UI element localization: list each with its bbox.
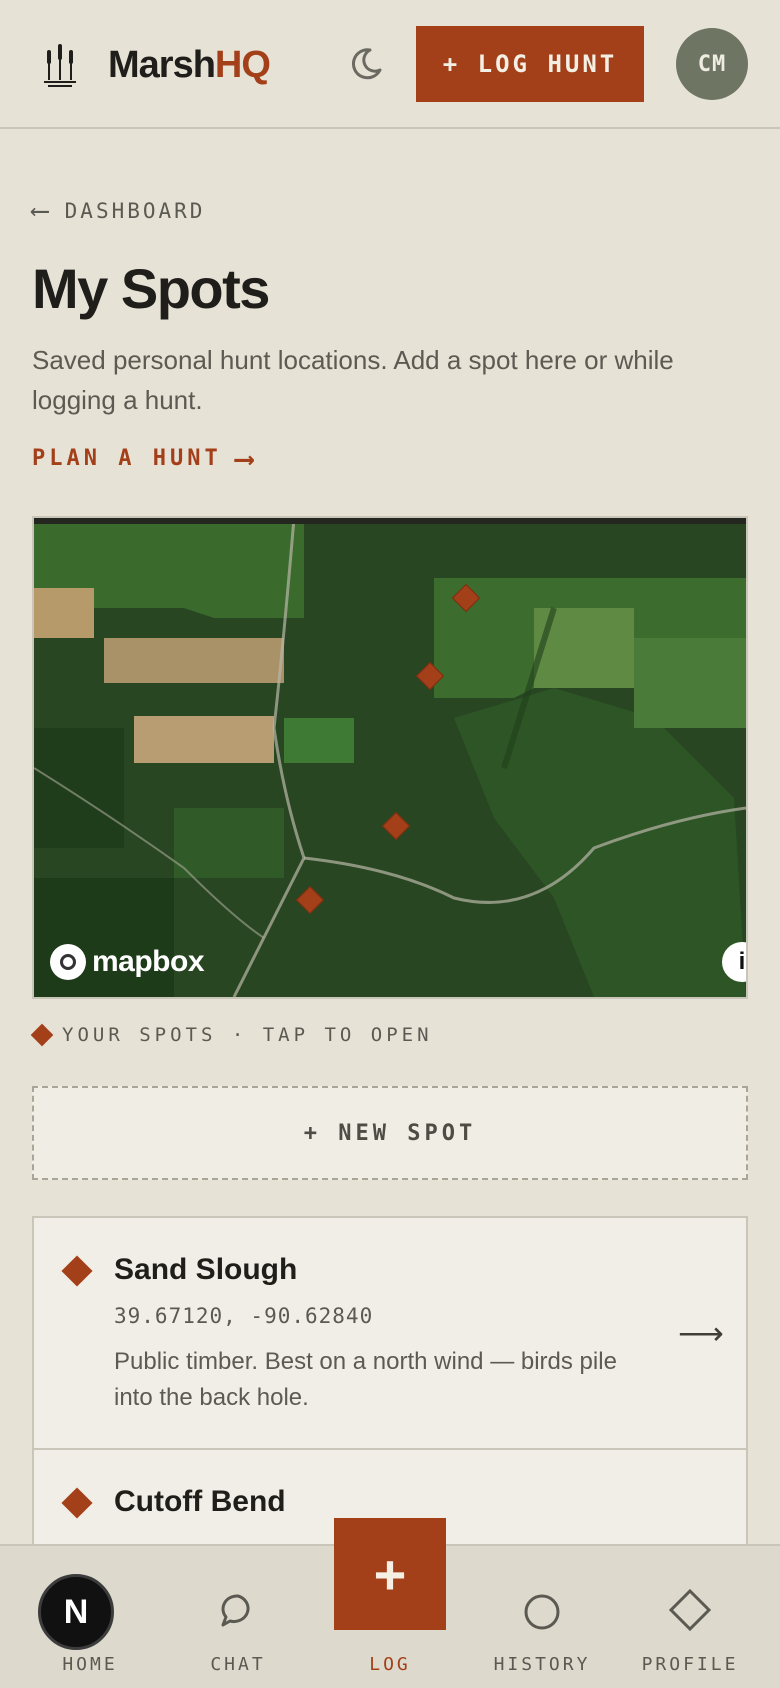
nav-chat[interactable]: CHAT: [168, 1546, 308, 1688]
new-spot-button[interactable]: + NEW SPOT: [32, 1086, 748, 1180]
satellite-map-tiles: [34, 518, 746, 997]
back-to-dashboard-link[interactable]: ⟵ DASHBOARD: [32, 198, 205, 224]
nav-history[interactable]: HISTORY: [472, 1546, 612, 1688]
dark-mode-moon-icon[interactable]: [348, 46, 384, 82]
dev-tools-badge[interactable]: N: [38, 1574, 114, 1650]
spots-map[interactable]: mapbox i: [32, 516, 748, 999]
spot-note: Public timber. Best on a north wind — bi…: [114, 1348, 617, 1411]
history-circle-icon: [524, 1594, 560, 1630]
nav-profile-label: PROFILE: [641, 1654, 739, 1675]
log-hunt-button[interactable]: + LOG HUNT: [416, 26, 644, 102]
plan-label: PLAN A HUNT: [32, 446, 222, 471]
brand-main: Marsh: [108, 44, 216, 86]
diamond-icon: [61, 1255, 93, 1287]
diamond-icon: [30, 1023, 54, 1047]
chat-bubble-icon: [221, 1594, 250, 1627]
mapbox-icon: [50, 944, 86, 980]
plan-a-hunt-link[interactable]: PLAN A HUNT ⟶: [32, 441, 253, 475]
nav-home-label: HOME: [62, 1654, 118, 1675]
map-top-border: [34, 518, 746, 524]
log-fab-plus-button[interactable]: +: [334, 1518, 446, 1630]
spot-coords: 39.67120, -90.62840: [114, 1304, 374, 1328]
brand-name[interactable]: MarshHQ: [108, 40, 271, 90]
arrow-right-icon: ⟶: [235, 441, 253, 475]
cattail-logo-icon: [44, 44, 76, 87]
arrow-right-icon[interactable]: ⟶: [678, 1314, 724, 1352]
brand-accent: HQ: [214, 44, 271, 86]
mapbox-logo[interactable]: mapbox: [50, 944, 205, 980]
page-subtitle: Saved personal hunt locations. Add a spo…: [32, 345, 674, 415]
nav-profile[interactable]: PROFILE: [620, 1546, 760, 1688]
back-label: DASHBOARD: [64, 199, 206, 223]
mapbox-wordmark: mapbox: [92, 945, 205, 978]
spot-name: Sand Slough: [114, 1253, 298, 1286]
arrow-left-icon: ⟵: [32, 196, 51, 226]
map-legend: YOUR SPOTS · TAP TO OPEN: [30, 1023, 433, 1047]
page-title: My Spots: [32, 257, 270, 320]
nav-log-label: LOG: [369, 1654, 411, 1675]
app-header: MarshHQ + LOG HUNT CM: [0, 0, 780, 129]
spot-name: Cutoff Bend: [114, 1485, 286, 1518]
profile-diamond-icon: [668, 1588, 712, 1632]
user-avatar[interactable]: CM: [676, 28, 748, 100]
nav-chat-label: CHAT: [210, 1654, 266, 1675]
nav-history-label: HISTORY: [493, 1654, 591, 1675]
diamond-icon: [61, 1487, 93, 1519]
list-item[interactable]: Sand Slough 39.67120, -90.62840 Public t…: [34, 1218, 746, 1450]
legend-text: YOUR SPOTS · TAP TO OPEN: [62, 1024, 433, 1046]
